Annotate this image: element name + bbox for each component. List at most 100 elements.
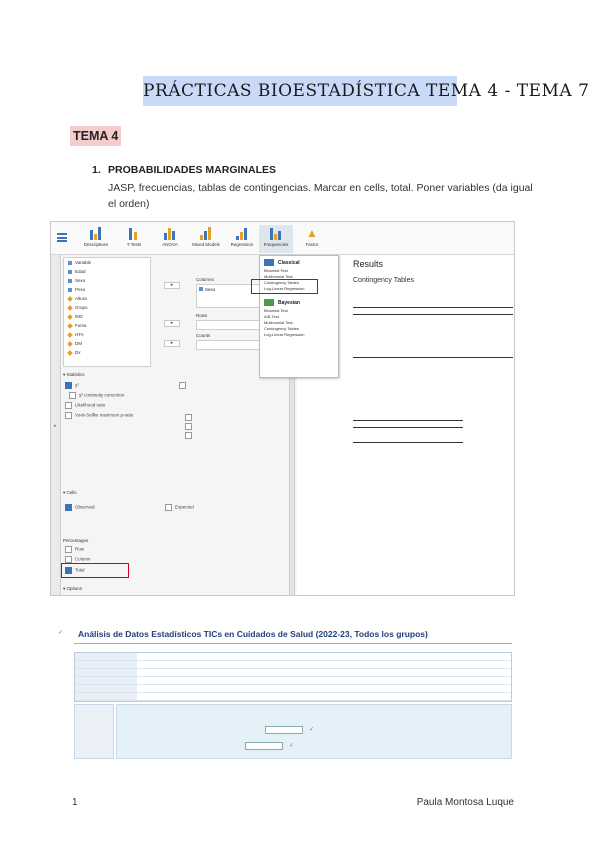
variable-list[interactable]: Variable Edad Sexo Peso Altura Grupo IMC… (63, 257, 151, 367)
regression-icon (235, 226, 249, 240)
title-underline (74, 643, 512, 644)
results-table (353, 307, 513, 358)
counts-label: Counts (196, 333, 211, 338)
table-row (75, 653, 511, 661)
statistics-section-header[interactable]: Statistics (63, 372, 85, 378)
bayesian-header: Bayesian (260, 296, 338, 308)
subsection-label: PROBABILIDADES MARGINALES (108, 164, 277, 176)
column-percentage-checkbox[interactable]: Column (65, 556, 91, 563)
list-item[interactable]: Peso (64, 285, 150, 294)
table-row (75, 693, 511, 701)
data-panel-toggle[interactable]: ▸ (51, 255, 61, 595)
option-placeholder-row (185, 432, 195, 439)
course-title: Análisis de Datos Estadísticos TICs en C… (78, 629, 428, 639)
list-item[interactable]: Dx (64, 348, 150, 357)
table-row (353, 350, 513, 357)
question-body: ✓ ✓ (116, 704, 512, 759)
expected-checkbox[interactable]: Expected (165, 504, 194, 511)
ribbon-frequencies[interactable]: Frequencies (259, 225, 293, 253)
list-item[interactable]: Edad (64, 267, 150, 276)
move-to-columns-button[interactable]: ▸ (164, 282, 180, 289)
row-percentage-checkbox[interactable]: Row (65, 546, 84, 553)
quiz-summary-table (74, 652, 512, 702)
ribbon-factor[interactable]: ▲ Factor (295, 225, 329, 253)
subsection-title: 1. PROBABILIDADES MARGINALES (92, 164, 276, 176)
rows-label: Rows (196, 313, 208, 318)
list-item[interactable]: DM (64, 339, 150, 348)
answer-field[interactable] (245, 742, 283, 750)
bayesian-icon (264, 299, 274, 306)
table-row (353, 322, 513, 329)
ribbon-descriptives[interactable]: Descriptives (79, 225, 113, 253)
scale-icon (199, 287, 203, 291)
option-placeholder-row (179, 382, 189, 389)
list-item[interactable]: Grupo (64, 303, 150, 312)
table-row (353, 315, 513, 322)
chi-square-table (353, 420, 463, 443)
results-title: Results (353, 259, 384, 269)
table-row (353, 336, 513, 343)
ribbon-label: Factor (305, 242, 319, 247)
ribbon-t-tests[interactable]: T-Tests (117, 225, 151, 253)
vovk-sellke-checkbox[interactable]: Vovk-Sellke maximum p-ratio (65, 412, 133, 419)
chevron-right-icon: ▸ (54, 423, 57, 429)
answer-field[interactable] (265, 726, 303, 734)
option-placeholder-row (185, 423, 195, 430)
cells-section-header[interactable]: Cells (63, 490, 77, 496)
table-row (353, 343, 513, 350)
continuity-correction-checkbox[interactable]: χ² continuity correction (69, 392, 124, 399)
ribbon-label: T-Tests (126, 242, 142, 247)
ribbon-regression[interactable]: Regression (225, 225, 259, 253)
correct-check-icon: ✓ (309, 727, 315, 733)
subsection-number: 1. (92, 164, 101, 176)
jasp-screenshot: Descriptives T-Tests ANOVA Mixed Models … (50, 221, 515, 596)
total-highlight-box (61, 563, 129, 578)
list-item[interactable]: Sexo (64, 276, 150, 285)
table-row (353, 421, 463, 428)
frequencies-menu[interactable]: Classical Binomial Test Multinomial Test… (259, 255, 339, 378)
table-row (353, 428, 463, 435)
table-row (75, 677, 511, 685)
menu-icon[interactable] (57, 233, 67, 242)
likelihood-ratio-checkbox[interactable]: Likelihood ratio (65, 402, 105, 409)
ribbon-label: Regression (230, 242, 254, 247)
ribbon-label: Descriptives (83, 242, 109, 247)
option-placeholder-row (185, 414, 195, 421)
table-row (353, 435, 463, 442)
question-info-panel (74, 704, 114, 759)
factor-icon: ▲ (306, 226, 318, 240)
page-title: PRÁCTICAS BIOESTADÍSTICA TEMA 4 - TEMA 7 (143, 76, 589, 106)
list-item[interactable]: Variable (64, 258, 150, 267)
ribbon-mixed-models[interactable]: Mixed Models (189, 225, 223, 253)
t-tests-icon (127, 226, 141, 240)
campus-screenshot: ✓ Análisis de Datos Estadísticos TICs en… (58, 625, 513, 765)
list-item[interactable]: Altura (64, 294, 150, 303)
descriptives-icon (89, 226, 103, 240)
table-row (353, 329, 513, 336)
percentages-label: Percentages (63, 538, 89, 543)
anova-icon (163, 226, 177, 240)
move-to-rows-button[interactable]: ▸ (164, 320, 180, 327)
menu-item-bayesian-log-linear-regression[interactable]: Log-Linear Regression (260, 332, 338, 338)
options-section-header[interactable]: Options (63, 586, 83, 592)
list-item[interactable]: HTA (64, 330, 150, 339)
mixed-models-icon (199, 226, 213, 240)
list-item[interactable]: Fuma (64, 321, 150, 330)
table-row (75, 669, 511, 677)
observed-checkbox[interactable]: Observed (65, 504, 95, 511)
columns-value: Sexo (205, 287, 216, 292)
contingency-highlight-box (251, 279, 318, 294)
frequencies-icon (269, 226, 283, 240)
ribbon-label: ANOVA (162, 242, 178, 247)
page-number: 1 (72, 797, 78, 808)
move-to-counts-button[interactable]: ▸ (164, 340, 180, 347)
chi-square-checkbox[interactable]: χ² (65, 382, 79, 389)
classical-header: Classical (260, 256, 338, 268)
list-item[interactable]: IMC (64, 312, 150, 321)
table-row (75, 661, 511, 669)
table-row (353, 308, 513, 315)
classical-icon (264, 259, 274, 266)
author-name: Paula Montosa Luque (416, 797, 514, 808)
body-paragraph: JASP, frecuencias, tablas de contingenci… (108, 182, 533, 210)
ribbon-anova[interactable]: ANOVA (153, 225, 187, 253)
